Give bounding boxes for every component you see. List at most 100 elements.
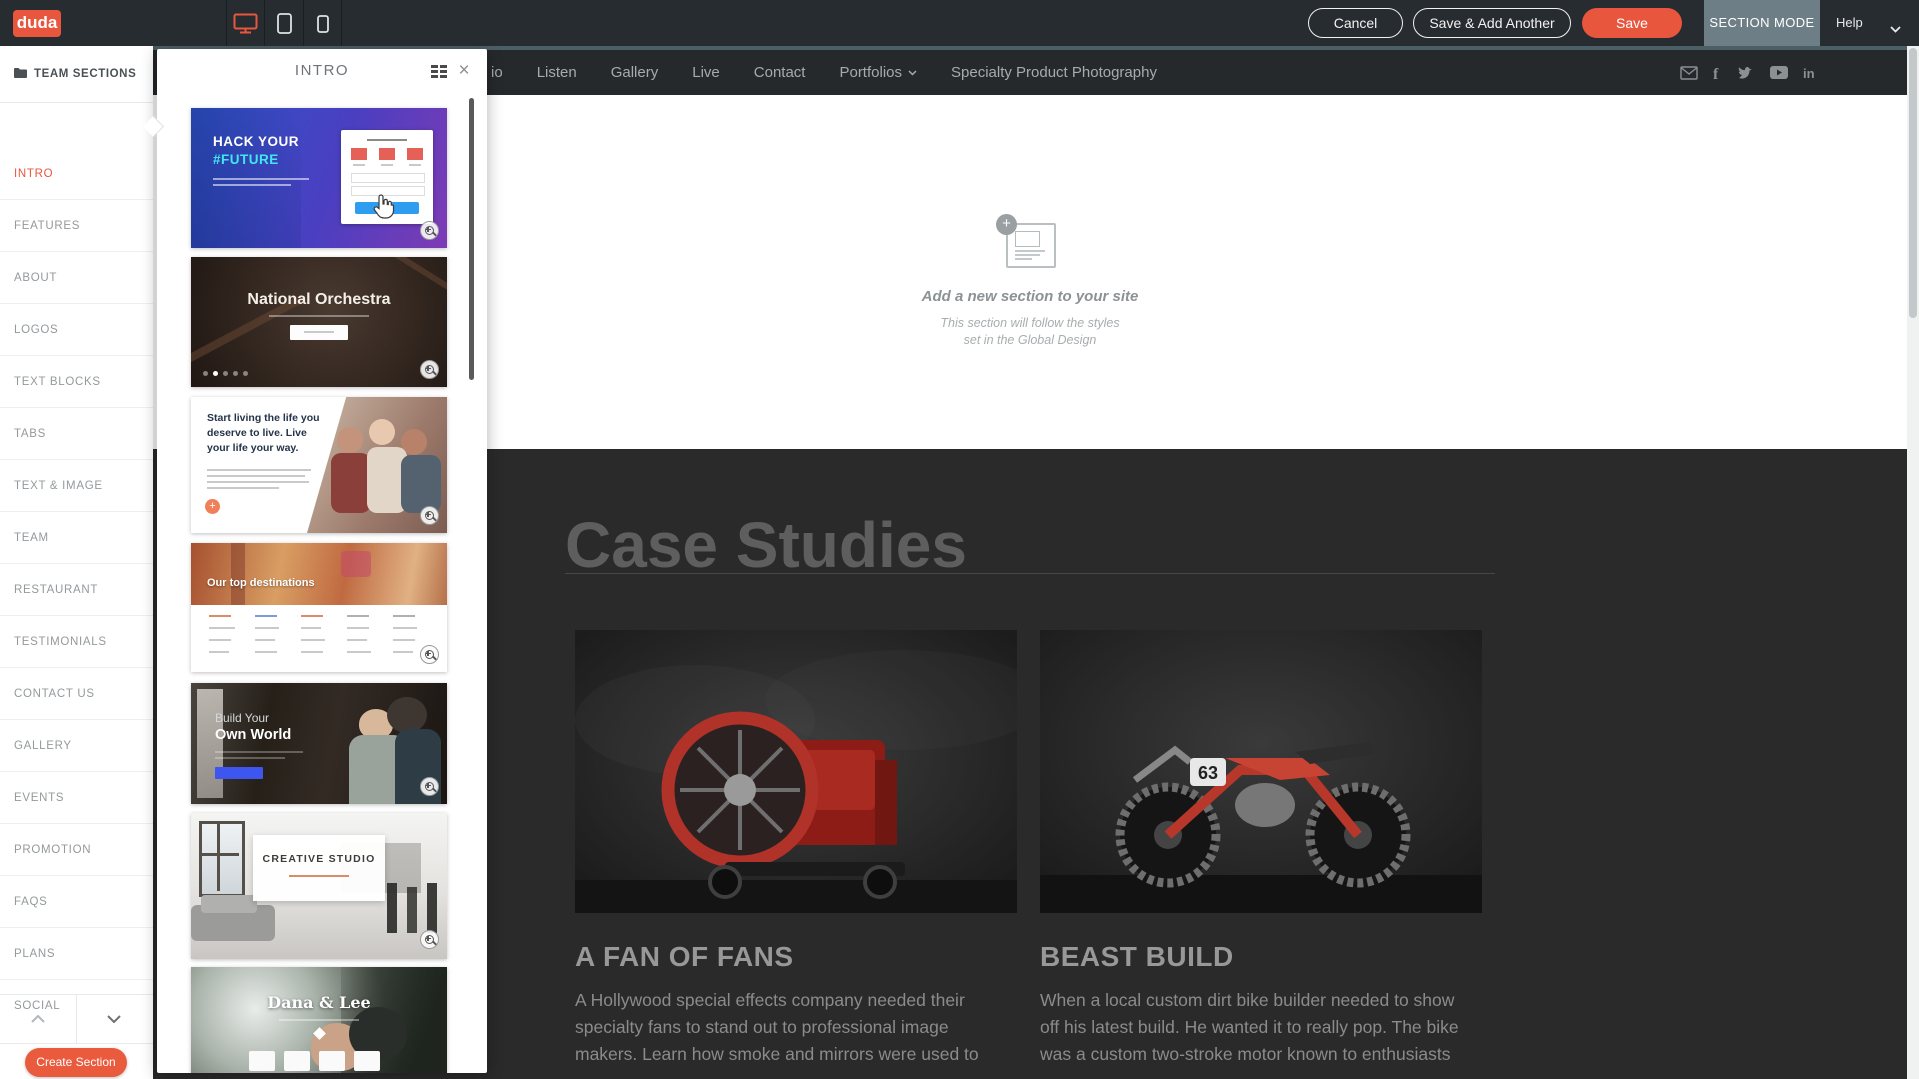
svg-text:f: f [1713, 66, 1719, 81]
desktop-preview-icon[interactable] [233, 13, 258, 39]
section-mode-badge: SECTION MODE [1704, 0, 1820, 46]
zoom-preview-icon[interactable] [420, 930, 439, 949]
template-thumb-dana-and-lee[interactable]: Dana & Lee [191, 967, 447, 1073]
template-thumb-hack-your-future[interactable]: HACK YOUR #FUTURE [191, 108, 447, 248]
case-card-title: BEAST BUILD [1040, 941, 1482, 973]
case-card-bike[interactable]: 63 BEAST BUILD When a local custom dirt … [1040, 630, 1482, 1068]
social-icons: f in [1680, 50, 1819, 95]
sidebar-item-text-blocks[interactable]: TEXT BLOCKS [0, 356, 153, 408]
close-icon[interactable]: × [453, 57, 475, 85]
sidebar-item-tabs[interactable]: TABS [0, 408, 153, 460]
sidebar-item-intro[interactable]: INTRO [0, 148, 153, 200]
thumb-heading: HACK YOUR [213, 134, 299, 149]
sidebar-item-restaurant[interactable]: RESTAURANT [0, 564, 153, 616]
divider-line [565, 573, 1495, 574]
case-studies-heading: Case Studies [565, 508, 967, 582]
sidebar-header: TEAM SECTIONS [0, 46, 153, 103]
countdown-boxes [249, 1051, 380, 1071]
sidebar-item-features[interactable]: FEATURES [0, 200, 153, 252]
thumb-heading-2: Own World [215, 727, 291, 743]
template-thumb-top-destinations[interactable]: Our top destinations [191, 543, 447, 672]
scrollbar-thumb[interactable] [1909, 48, 1917, 318]
mail-icon[interactable] [1680, 66, 1698, 80]
create-section-button[interactable]: Create Section [25, 1048, 127, 1077]
youtube-icon[interactable] [1770, 66, 1788, 79]
case-card-fan[interactable]: A FAN OF FANS A Hollywood special effect… [575, 630, 1017, 1068]
save-button[interactable]: Save [1582, 8, 1682, 38]
divider [264, 0, 265, 46]
zoom-preview-icon[interactable] [420, 221, 439, 240]
sidebar-item-plans[interactable]: PLANS [0, 928, 153, 980]
help-menu[interactable]: Help [1836, 0, 1863, 46]
intro-templates-panel: INTRO × HACK YOUR #FUTURE National Orch [157, 49, 487, 1073]
page-scrollbar[interactable] [1907, 46, 1919, 1079]
case-card-body: When a local custom dirt bike builder ne… [1040, 987, 1476, 1068]
zoom-preview-icon[interactable] [420, 506, 439, 525]
nav-item-io[interactable]: io [491, 64, 503, 81]
sidebar-item-gallery[interactable]: GALLERY [0, 720, 153, 772]
tablet-preview-icon[interactable] [277, 13, 292, 39]
thumb-heading: Our top destinations [207, 577, 315, 589]
sidebar-item-testimonials[interactable]: TESTIMONIALS [0, 616, 153, 668]
sidebar-item-faqs[interactable]: FAQS [0, 876, 153, 928]
scroll-down-button[interactable] [76, 995, 152, 1043]
nav-item-live[interactable]: Live [692, 64, 720, 81]
nav-item-gallery[interactable]: Gallery [611, 64, 659, 81]
sidebar-item-promotion[interactable]: PROMOTION [0, 824, 153, 876]
thumb-heading: Build Your [215, 711, 269, 725]
thumb-heading: National Orchestra [191, 291, 447, 309]
sidebar-item-text-image[interactable]: TEXT & IMAGE [0, 460, 153, 512]
nav-item-portfolios[interactable]: Portfolios [839, 64, 917, 81]
grid-view-icon[interactable] [431, 65, 447, 78]
zoom-preview-icon[interactable] [420, 645, 439, 664]
panel-scrollbar[interactable] [469, 98, 474, 380]
zoom-preview-icon[interactable] [420, 777, 439, 796]
sidebar-item-about[interactable]: ABOUT [0, 252, 153, 304]
plus-icon: + [996, 214, 1017, 235]
sidebar-header-label: TEAM SECTIONS [34, 68, 136, 80]
plus-button: + [205, 499, 220, 514]
mobile-preview-icon[interactable] [317, 15, 329, 38]
site-nav: io Listen Gallery Live Contact Portfolio… [491, 50, 1157, 95]
sidebar-item-logos[interactable]: LOGOS [0, 304, 153, 356]
template-thumb-creative-studio[interactable]: CREATIVE STUDIO [191, 813, 447, 959]
sections-sidebar: TEAM SECTIONS INTRO FEATURES ABOUT LOGOS… [0, 46, 153, 1079]
template-thumb-build-your-own-world[interactable]: Build Your Own World [191, 683, 447, 804]
twitter-icon[interactable] [1738, 66, 1755, 80]
sidebar-item-events[interactable]: EVENTS [0, 772, 153, 824]
editor-topbar: duda Cancel Save & Add Another Save SECT… [0, 0, 1919, 46]
nav-item-label: Portfolios [839, 64, 902, 81]
thumb-heading: CREATIVE STUDIO [253, 853, 385, 865]
divider [226, 0, 227, 46]
linkedin-icon[interactable]: in [1803, 66, 1819, 80]
sidebar-item-contact-us[interactable]: CONTACT US [0, 668, 153, 720]
template-thumb-start-living[interactable]: Start living the life you deserve to liv… [191, 397, 447, 533]
case-card-body: A Hollywood special effects company need… [575, 987, 1011, 1068]
nav-item-contact[interactable]: Contact [754, 64, 806, 81]
duda-logo[interactable]: duda [13, 10, 61, 37]
facebook-icon[interactable]: f [1713, 65, 1723, 81]
hand-cursor-icon [373, 194, 395, 225]
zoom-preview-icon[interactable] [420, 360, 439, 379]
chevron-down-icon[interactable] [1890, 20, 1901, 38]
sidebar-pager [0, 994, 153, 1044]
divider [303, 0, 304, 46]
thumb-heading: Start living the life you deserve to liv… [207, 411, 325, 457]
cta-button [290, 325, 348, 340]
carousel-dots [203, 371, 248, 376]
thumb-heading: Dana & Lee [191, 993, 447, 1012]
chevron-down-icon [908, 70, 917, 76]
thumb-heading-2: #FUTURE [213, 152, 279, 167]
nav-item-listen[interactable]: Listen [537, 64, 577, 81]
template-thumb-national-orchestra[interactable]: National Orchestra [191, 257, 447, 387]
add-section-icon: + [1006, 223, 1054, 266]
nav-item-specialty[interactable]: Specialty Product Photography [951, 64, 1157, 81]
subtitle-line2: set in the Global Design [964, 333, 1097, 347]
svg-text:in: in [1803, 66, 1815, 80]
sidebar-item-team[interactable]: TEAM [0, 512, 153, 564]
subtitle-line1: This section will follow the styles [940, 316, 1119, 330]
scroll-up-button[interactable] [0, 995, 77, 1043]
cancel-button[interactable]: Cancel [1308, 8, 1403, 38]
cta-button [215, 767, 263, 779]
save-add-another-button[interactable]: Save & Add Another [1413, 8, 1571, 38]
